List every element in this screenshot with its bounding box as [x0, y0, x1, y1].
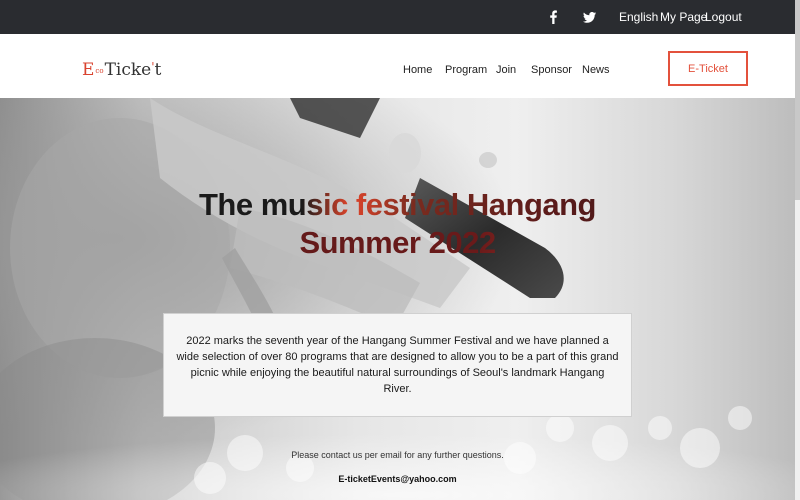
- twitter-icon[interactable]: [583, 0, 596, 34]
- nav-news[interactable]: News: [582, 64, 610, 76]
- hero-section: The music festival Hangang Summer 2022 2…: [0, 98, 795, 500]
- page-scrollbar[interactable]: [795, 0, 800, 500]
- nav-home[interactable]: Home: [403, 64, 432, 76]
- my-page-link[interactable]: My Page: [660, 0, 707, 34]
- nav-join[interactable]: Join: [496, 64, 516, 76]
- festival-description: 2022 marks the seventh year of the Hanga…: [176, 335, 619, 395]
- logo-small-text: co: [95, 67, 104, 75]
- logo-main-text: Ticke: [104, 60, 152, 80]
- logo-letter-t: t: [154, 60, 162, 80]
- festival-description-box: 2022 marks the seventh year of the Hanga…: [163, 313, 632, 417]
- logout-link[interactable]: Logout: [705, 0, 742, 34]
- hero-background-photo: [0, 98, 795, 500]
- e-ticket-button[interactable]: E-Ticket: [668, 51, 748, 86]
- contact-email[interactable]: E-ticketEvents@yahoo.com: [0, 474, 795, 484]
- scrollbar-thumb[interactable]: [795, 0, 800, 200]
- contact-note: Please contact us per email for any furt…: [291, 450, 504, 460]
- language-link[interactable]: English: [619, 0, 658, 34]
- facebook-icon[interactable]: [548, 0, 558, 34]
- logo-letter-e: E: [82, 60, 95, 80]
- hero-title: The music festival Hangang Summer 2022: [0, 186, 795, 262]
- site-logo[interactable]: E co Ticke ' t: [82, 56, 161, 80]
- nav-program[interactable]: Program: [445, 64, 487, 76]
- top-utility-bar: English My Page Logout: [0, 0, 795, 34]
- nav-sponsor[interactable]: Sponsor: [531, 64, 572, 76]
- hero-title-line-2: Summer 2022: [0, 224, 795, 262]
- hero-title-line-1: The music festival Hangang: [0, 186, 795, 224]
